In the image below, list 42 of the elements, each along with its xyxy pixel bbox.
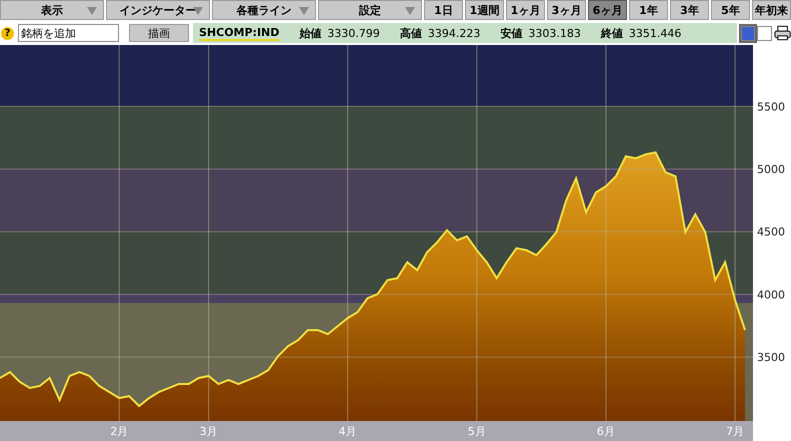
period-tab[interactable]: 1年 (629, 0, 668, 20)
y-axis-label: 5500 (757, 100, 785, 114)
x-axis-label: 2月 (110, 425, 128, 438)
dropdown-arrow-icon (405, 7, 415, 15)
dropdown-arrow-icon (299, 7, 309, 15)
draw-button[interactable]: 描画 (129, 24, 189, 42)
y-axis-label: 4000 (757, 288, 785, 302)
period-tab[interactable]: 1週間 (465, 0, 504, 20)
menu-dropdown[interactable]: 設定 (318, 0, 422, 20)
y-axis-label: 4500 (757, 226, 785, 239)
x-axis-label: 4月 (338, 425, 357, 438)
x-axis-label: 5月 (468, 425, 486, 438)
quote-label: 安値 (500, 26, 522, 40)
quote-label: 終値 (600, 26, 623, 40)
symbol-label: SHCOMP:IND (199, 26, 280, 40)
dropdown-arrow-icon (87, 7, 97, 15)
quote-value: 3303.183 (528, 26, 581, 40)
y-axis-label: 3500 (757, 351, 785, 364)
theme-swatch[interactable] (741, 26, 756, 40)
quote-value: 3351.446 (628, 26, 682, 40)
quote-label: 始値 (299, 26, 322, 40)
period-tab[interactable]: 年初来 (752, 0, 791, 20)
theme-swatch[interactable] (757, 26, 772, 40)
dropdown-arrow-icon (193, 7, 203, 15)
period-tab[interactable]: 1ヶ月 (506, 0, 545, 20)
quote-value: 3394.223 (428, 26, 480, 40)
period-tab[interactable]: 1日 (424, 0, 463, 20)
x-axis-label: 7月 (726, 425, 744, 438)
period-tab[interactable]: 3年 (670, 0, 709, 20)
quote-label: 高値 (400, 26, 422, 40)
period-tab[interactable]: 5年 (711, 0, 750, 20)
x-axis-label: 3月 (200, 425, 218, 438)
menu-dropdown[interactable]: 各種ライン (212, 0, 316, 20)
period-tab[interactable]: 3ヶ月 (547, 0, 586, 20)
x-axis-label: 6月 (596, 425, 615, 438)
print-icon[interactable] (774, 25, 791, 41)
period-tab[interactable]: 6ヶ月 (588, 0, 627, 20)
y-axis-label: 5000 (757, 163, 785, 176)
quote-value: 3330.799 (327, 26, 380, 40)
menu-dropdown[interactable]: 表示 (0, 0, 104, 20)
help-icon[interactable]: ? (1, 26, 14, 40)
symbol-input-field[interactable]: 銘柄を追加 (18, 24, 119, 42)
